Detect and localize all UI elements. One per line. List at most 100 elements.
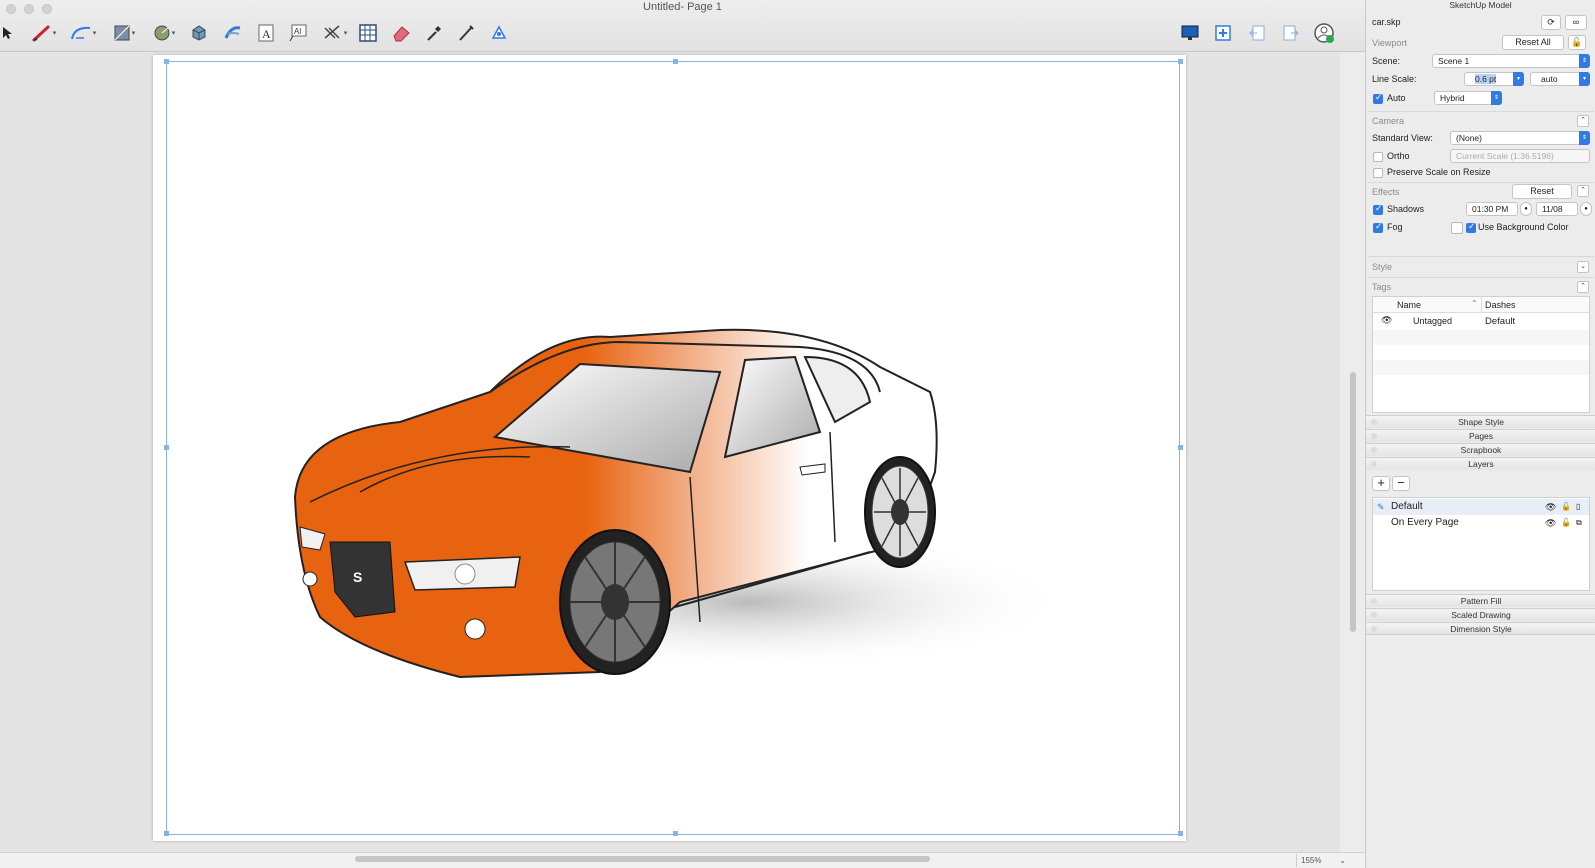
tray-label: Shape Style	[1458, 417, 1504, 427]
table-tool-icon[interactable]	[358, 22, 378, 44]
chevron-down-icon: ▾	[1579, 72, 1590, 86]
layer-name: On Every Page	[1391, 517, 1459, 528]
eye-icon[interactable]: 👁	[1381, 315, 1392, 326]
lock-icon: 🔓	[1571, 37, 1583, 47]
empty-row	[1373, 375, 1589, 390]
list-item[interactable]: ✎ Default 👁 🔓 ▯	[1373, 499, 1589, 515]
ortho-scale-value: Current Scale (1:36.5196)	[1456, 151, 1554, 161]
resize-handle[interactable]	[673, 831, 678, 836]
resize-handle[interactable]	[1178, 831, 1183, 836]
reset-all-button[interactable]: Reset All	[1502, 35, 1564, 50]
render-mode-select[interactable]: Hybrid ⇕	[1434, 91, 1502, 105]
table-row[interactable]: 👁 Untagged Default	[1373, 313, 1589, 330]
car-model-viewport[interactable]: S	[280, 272, 1060, 712]
preserve-scale-checkbox[interactable]	[1373, 168, 1383, 178]
page-icon[interactable]: ▯	[1576, 499, 1580, 515]
select-tool-icon[interactable]	[0, 22, 14, 44]
ortho-checkbox[interactable]	[1373, 152, 1383, 162]
style-tool-icon[interactable]	[222, 22, 244, 44]
tag-dashes[interactable]: Default	[1485, 316, 1515, 327]
eyedropper-tool-icon[interactable]	[424, 22, 444, 44]
resize-handle[interactable]	[164, 59, 169, 64]
remove-layer-button[interactable]: −	[1392, 476, 1410, 491]
add-page-icon[interactable]	[1212, 22, 1234, 44]
dimension-tool-icon[interactable]: ▾	[318, 22, 352, 44]
scene-value: Scene 1	[1438, 56, 1470, 66]
text-tool-icon[interactable]: A	[256, 22, 276, 44]
chevron-up-icon[interactable]: ⌃	[1577, 115, 1589, 127]
shadow-date-input[interactable]: 11/08	[1536, 202, 1578, 216]
preserve-scale-label: Preserve Scale on Resize	[1387, 167, 1491, 177]
fog-checkbox[interactable]	[1373, 221, 1383, 233]
use-background-checkbox[interactable]	[1466, 221, 1476, 233]
tray-pattern-fill[interactable]: Pattern Fill	[1366, 594, 1595, 607]
tray-dimension-style[interactable]: Dimension Style	[1366, 622, 1595, 635]
layer-name: Default	[1391, 501, 1423, 512]
list-item[interactable]: On Every Page 👁 🔓 ⧉	[1373, 515, 1589, 531]
line-scale-auto-select[interactable]: auto ▾	[1530, 72, 1590, 86]
add-layer-button[interactable]: +	[1372, 476, 1390, 491]
chevron-updown-icon: ⇕	[1579, 54, 1590, 68]
line-tool-icon[interactable]: ▾	[28, 22, 60, 44]
divider	[1368, 277, 1594, 278]
date-slider-knob[interactable]: ●	[1580, 202, 1592, 216]
time-slider-knob[interactable]: ●	[1520, 202, 1532, 216]
tray-layers[interactable]: Layers	[1366, 457, 1595, 470]
eye-icon[interactable]: 👁	[1545, 515, 1556, 531]
ortho-label: Ortho	[1387, 151, 1410, 161]
line-scale-input[interactable]: 0.6 pt ▾	[1464, 72, 1524, 86]
join-tool-icon[interactable]	[488, 22, 510, 44]
tags-col-dashes[interactable]: Dashes	[1485, 300, 1516, 310]
tray-shape-style[interactable]: Shape Style	[1366, 415, 1595, 428]
eraser-tool-icon[interactable]	[390, 22, 412, 44]
drawing-canvas[interactable]: S	[0, 52, 1356, 852]
zoom-select[interactable]: 155% ⌄	[1296, 854, 1350, 867]
resize-handle[interactable]	[164, 445, 169, 450]
eye-icon[interactable]: 👁	[1545, 499, 1556, 515]
account-icon[interactable]	[1312, 22, 1336, 44]
chevron-up-icon[interactable]: ⌃	[1577, 185, 1589, 197]
fog-color-swatch[interactable]	[1451, 222, 1463, 234]
pages-icon[interactable]: ⧉	[1576, 515, 1582, 531]
label-tool-icon[interactable]: Al	[288, 22, 308, 44]
previous-page-icon[interactable]	[1246, 22, 1268, 44]
ortho-scale-select: Current Scale (1:36.5196)	[1450, 149, 1590, 163]
chevron-updown-icon: ⇕	[1491, 91, 1502, 105]
tray-scaled-drawing[interactable]: Scaled Drawing	[1366, 608, 1595, 621]
tray-pages[interactable]: Pages	[1366, 429, 1595, 442]
arc-tool-icon[interactable]: ▾	[66, 22, 100, 44]
chevron-down-icon[interactable]: ⌄	[1577, 261, 1589, 273]
split-tool-icon[interactable]	[456, 22, 476, 44]
tags-col-name[interactable]: Name	[1397, 300, 1421, 310]
shadows-label: Shadows	[1387, 204, 1425, 214]
lock-icon[interactable]: 🔓	[1561, 515, 1571, 531]
chevron-up-icon[interactable]: ⌃	[1577, 281, 1589, 293]
effects-reset-button[interactable]: Reset	[1512, 184, 1572, 199]
auto-checkbox[interactable]	[1373, 92, 1383, 104]
pencil-icon[interactable]: ✎	[1377, 499, 1385, 515]
link-button[interactable]: ∞	[1565, 15, 1587, 30]
presentation-icon[interactable]	[1178, 22, 1202, 44]
circle-tool-icon[interactable]: ▾	[148, 22, 180, 44]
shadow-time-input[interactable]: 01:30 PM	[1466, 202, 1518, 216]
lock-icon[interactable]: 🔓	[1561, 499, 1571, 515]
standard-view-select[interactable]: (None) ⇕	[1450, 131, 1590, 145]
refresh-button[interactable]: ⟳	[1541, 15, 1561, 30]
scene-select[interactable]: Scene 1 ⇕	[1432, 54, 1590, 68]
resize-handle[interactable]	[1178, 59, 1183, 64]
shape-tool-icon[interactable]: ▾	[108, 22, 140, 44]
horizontal-scrollbar[interactable]	[355, 856, 930, 862]
line-scale-label: Line Scale:	[1372, 74, 1417, 84]
empty-row	[1373, 345, 1589, 360]
lock-button[interactable]: 🔓	[1568, 35, 1586, 50]
resize-handle[interactable]	[1178, 445, 1183, 450]
resize-handle[interactable]	[673, 59, 678, 64]
auto-label: Auto	[1387, 93, 1406, 103]
resize-handle[interactable]	[164, 831, 169, 836]
vertical-scrollbar[interactable]	[1350, 372, 1356, 632]
tray-scrapbook[interactable]: Scrapbook	[1366, 443, 1595, 456]
effects-section-title: Effects	[1372, 187, 1400, 197]
next-page-icon[interactable]	[1280, 22, 1302, 44]
shadows-checkbox[interactable]	[1373, 203, 1383, 215]
model-tool-icon[interactable]	[188, 22, 210, 44]
